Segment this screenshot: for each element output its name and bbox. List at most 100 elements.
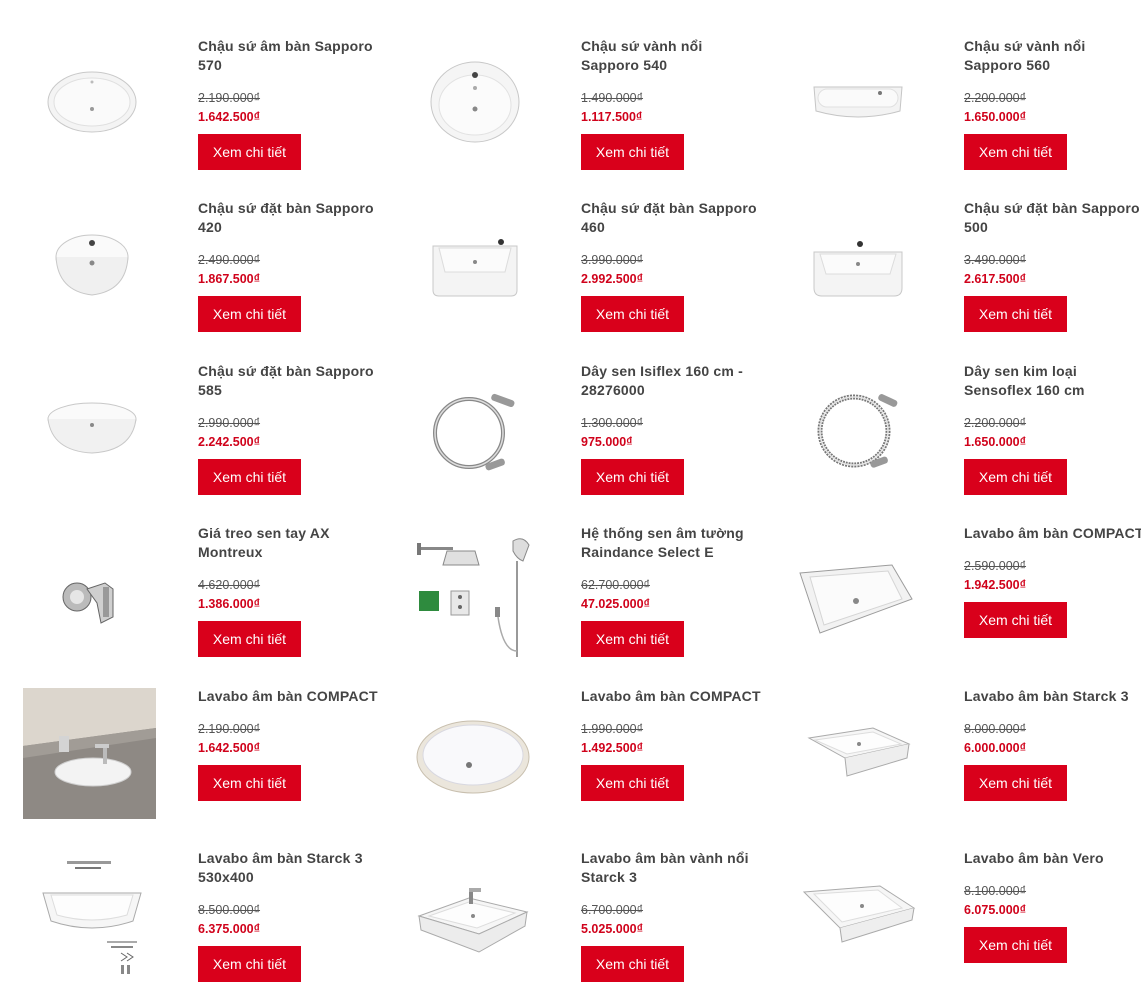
square-vessel-basin-image[interactable] [420,229,530,309]
view-details-button[interactable]: Xem chi tiết [198,296,301,332]
old-price: 2.490.000₫ [198,253,261,267]
product-title[interactable]: Dây sen kim loại Sensoflex 160 cm [964,362,1141,400]
view-details-button[interactable]: Xem chi tiết [964,765,1067,801]
starck-rim-basin-image[interactable] [413,874,533,969]
product-info: Dây sen Isiflex 160 cm - 28276000 1.300.… [581,362,761,495]
sale-price: 2.242.500₫ [198,435,261,449]
shower-hose-image[interactable] [420,382,530,482]
view-details-button[interactable]: Xem chi tiết [198,946,301,982]
rect-rim-basin-image[interactable] [798,62,918,142]
starck-spec-sheet-image[interactable] [32,854,152,979]
product-card: Chậu sứ đặt bàn Sapporo 585 2.990.000₫ 2… [22,362,402,512]
product-info: Lavabo âm bàn vành nổi Starck 3 6.700.00… [581,849,761,982]
round-vessel-basin-image[interactable] [42,219,142,309]
sale-price: 6.000.000₫ [964,741,1027,755]
product-card: Chậu sứ đặt bàn Sapporo 500 3.490.000₫ 2… [788,199,1141,349]
product-info: Lavabo âm bàn COMPACT 1.990.000₫ 1.492.5… [581,687,761,801]
product-title[interactable]: Giá treo sen tay AX Montreux [198,524,378,562]
product-title[interactable]: Lavabo âm bàn COMPACT [198,687,378,706]
oval-undermount-basin-2-image[interactable] [410,707,535,807]
view-details-button[interactable]: Xem chi tiết [581,459,684,495]
product-title[interactable]: Chậu sứ đặt bàn Sapporo 460 [581,199,761,237]
product-title[interactable]: Hệ thống sen âm tường Raindance Select E [581,524,761,562]
rect-undermount-basin-image[interactable] [793,544,918,654]
old-price: 6.700.000₫ [581,903,644,917]
view-details-button[interactable]: Xem chi tiết [964,296,1067,332]
product-card: Giá treo sen tay AX Montreux 4.620.000₫ … [22,524,402,674]
old-price: 2.200.000₫ [964,416,1027,430]
product-card: Lavabo âm bàn COMPACT 1.990.000₫ 1.492.5… [405,687,785,837]
vero-undermount-basin-image[interactable] [798,874,918,954]
view-details-button[interactable]: Xem chi tiết [964,602,1067,638]
view-details-button[interactable]: Xem chi tiết [964,134,1067,170]
oval-undermount-basin-image[interactable] [32,57,152,147]
product-title[interactable]: Chậu sứ đặt bàn Sapporo 585 [198,362,378,400]
round-rim-basin-image[interactable] [415,52,535,152]
product-info: Chậu sứ vành nổi Sapporo 540 1.490.000₫ … [581,37,761,170]
product-title[interactable]: Chậu sứ vành nổi Sapporo 540 [581,37,761,75]
product-card: Dây sen kim loại Sensoflex 160 cm 2.200.… [788,362,1141,512]
countertop-photo-image[interactable] [23,688,156,819]
product-info: Lavabo âm bàn COMPACT 2.190.000₫ 1.642.5… [198,687,378,801]
product-title[interactable]: Lavabo âm bàn Starck 3 530x400 [198,849,378,887]
rect-vessel-basin-image[interactable] [803,229,913,309]
sale-price: 1.642.500₫ [198,741,261,755]
starck-undermount-basin-image[interactable] [798,717,918,787]
view-details-button[interactable]: Xem chi tiết [581,296,684,332]
old-price: 2.190.000₫ [198,91,261,105]
product-title[interactable]: Chậu sứ âm bàn Sapporo 570 [198,37,378,75]
product-info: Lavabo âm bàn Starck 3 8.000.000₫ 6.000.… [964,687,1141,801]
sale-price: 1.942.500₫ [964,578,1027,592]
old-price: 8.000.000₫ [964,722,1027,736]
sale-price: 1.117.500₫ [581,110,643,124]
sale-price: 47.025.000₫ [581,597,650,611]
sale-price: 1.642.500₫ [198,110,261,124]
product-card: Lavabo âm bàn Starck 3 530x400 8.500.000… [22,849,402,999]
product-info: Chậu sứ đặt bàn Sapporo 585 2.990.000₫ 2… [198,362,378,495]
view-details-button[interactable]: Xem chi tiết [581,765,684,801]
product-title[interactable]: Lavabo âm bàn Starck 3 [964,687,1141,706]
metal-shower-hose-image[interactable] [803,382,913,482]
product-card: Lavabo âm bàn Vero 8.100.000₫ 6.075.000₫… [788,849,1141,999]
product-card: Lavabo âm bàn COMPACT 2.590.000₫ 1.942.5… [788,524,1141,674]
product-info: Chậu sứ vành nổi Sapporo 560 2.200.000₫ … [964,37,1141,170]
view-details-button[interactable]: Xem chi tiết [198,621,301,657]
product-info: Lavabo âm bàn Vero 8.100.000₫ 6.075.000₫… [964,849,1141,963]
product-card: Chậu sứ đặt bàn Sapporo 420 2.490.000₫ 1… [22,199,402,349]
view-details-button[interactable]: Xem chi tiết [581,134,684,170]
shower-holder-image[interactable] [42,549,142,639]
product-title[interactable]: Lavabo âm bàn vành nổi Starck 3 [581,849,761,887]
shower-system-image[interactable] [410,529,540,659]
sale-price: 5.025.000₫ [581,922,644,936]
product-title[interactable]: Chậu sứ đặt bàn Sapporo 500 [964,199,1141,237]
view-details-button[interactable]: Xem chi tiết [964,927,1067,963]
product-info: Hệ thống sen âm tường Raindance Select E… [581,524,761,657]
view-details-button[interactable]: Xem chi tiết [581,946,684,982]
view-details-button[interactable]: Xem chi tiết [198,765,301,801]
product-card: Chậu sứ vành nổi Sapporo 560 2.200.000₫ … [788,37,1141,187]
product-title[interactable]: Lavabo âm bàn Vero [964,849,1141,868]
view-details-button[interactable]: Xem chi tiết [581,621,684,657]
product-card: Hệ thống sen âm tường Raindance Select E… [405,524,785,674]
view-details-button[interactable]: Xem chi tiết [198,459,301,495]
product-card: Chậu sứ âm bàn Sapporo 570 2.190.000₫ 1.… [22,37,402,187]
sale-price: 2.992.500₫ [581,272,644,286]
product-card: Dây sen Isiflex 160 cm - 28276000 1.300.… [405,362,785,512]
product-title[interactable]: Lavabo âm bàn COMPACT [581,687,761,706]
product-title[interactable]: Lavabo âm bàn COMPACT [964,524,1141,543]
product-info: Lavabo âm bàn Starck 3 530x400 8.500.000… [198,849,378,982]
product-card: Chậu sứ đặt bàn Sapporo 460 3.990.000₫ 2… [405,199,785,349]
sale-price: 975.000₫ [581,435,633,449]
view-details-button[interactable]: Xem chi tiết [964,459,1067,495]
product-title[interactable]: Chậu sứ đặt bàn Sapporo 420 [198,199,378,237]
sale-price: 6.075.000₫ [964,903,1027,917]
product-card: Lavabo âm bàn COMPACT 2.190.000₫ 1.642.5… [22,687,402,837]
view-details-button[interactable]: Xem chi tiết [198,134,301,170]
product-info: Chậu sứ đặt bàn Sapporo 500 3.490.000₫ 2… [964,199,1141,332]
product-title[interactable]: Chậu sứ vành nổi Sapporo 560 [964,37,1141,75]
old-price: 8.100.000₫ [964,884,1027,898]
sale-price: 1.386.000₫ [198,597,261,611]
product-info: Chậu sứ đặt bàn Sapporo 420 2.490.000₫ 1… [198,199,378,332]
product-title[interactable]: Dây sen Isiflex 160 cm - 28276000 [581,362,761,400]
oval-vessel-basin-image[interactable] [37,392,147,462]
